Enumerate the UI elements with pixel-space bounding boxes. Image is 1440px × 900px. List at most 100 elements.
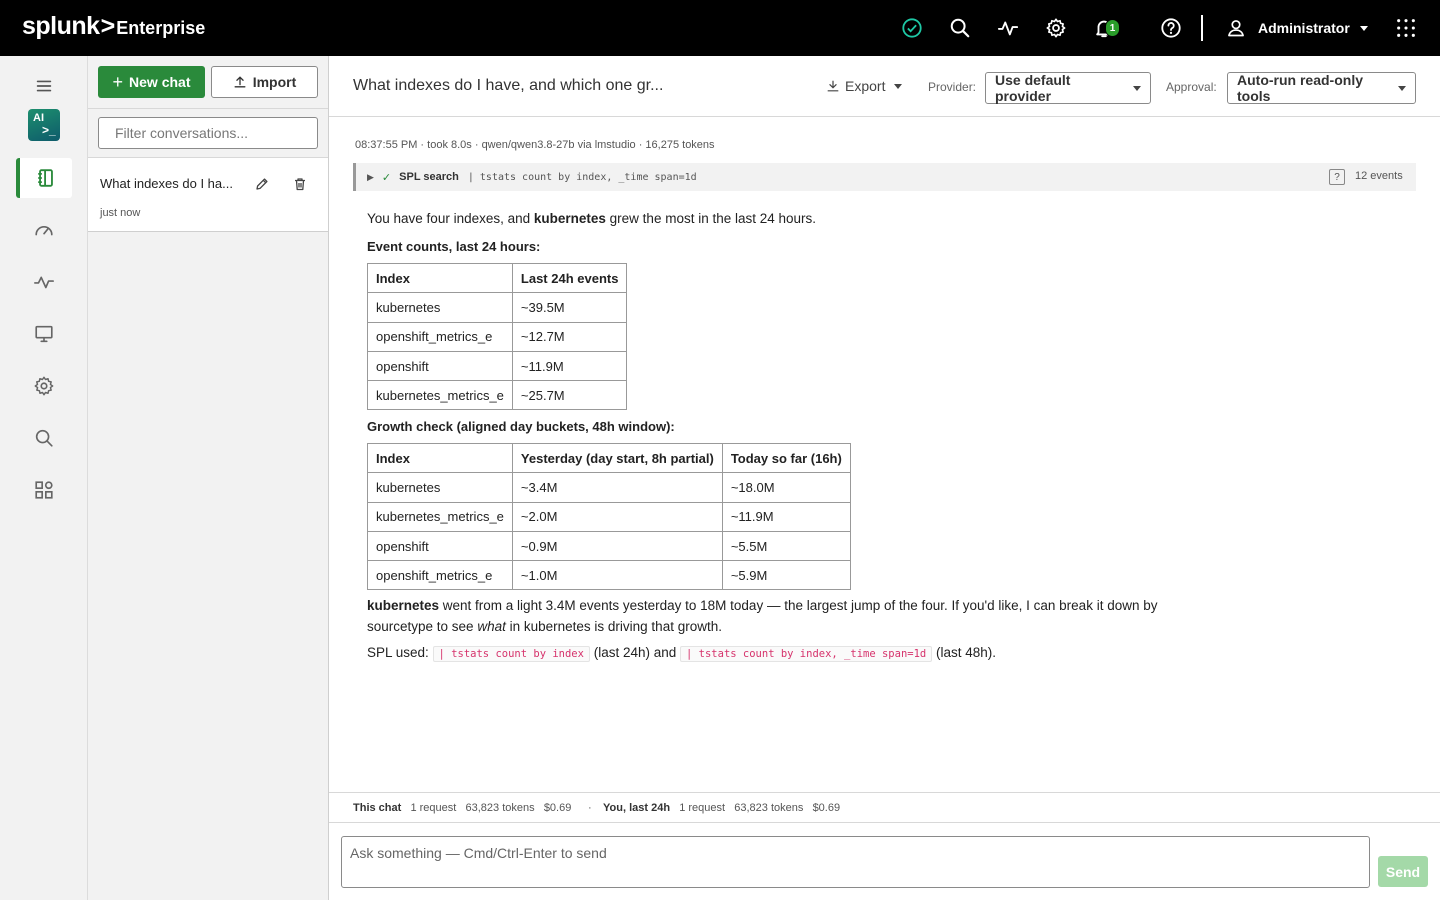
event-counts-table: Index Last 24h events kubernetes ~39.5M o… — [367, 262, 628, 411]
health-ok-icon[interactable] — [898, 14, 926, 42]
ai-app-logo[interactable]: AI >_ — [28, 109, 60, 141]
conversations-panel: + New chat Import What indexes do I ha..… — [88, 56, 329, 900]
table-cell: kubernetes — [367, 472, 513, 503]
table-cell: openshift_metrics_e — [367, 560, 513, 591]
import-label: Import — [252, 74, 297, 90]
user-icon — [1226, 18, 1246, 38]
usage-stats-bar: This chat 1 request 63,823 tokens $0.69 … — [329, 792, 1440, 823]
summary-text-end: in kubernetes is driving that growth. — [505, 619, 722, 634]
gear-icon[interactable] — [16, 366, 72, 406]
trash-icon[interactable] — [292, 176, 308, 192]
app-grid-icon[interactable] — [1392, 14, 1420, 42]
send-button[interactable]: Send — [1378, 856, 1428, 887]
summary-emphasis: what — [477, 619, 506, 634]
stats-separator: · — [588, 802, 592, 814]
notebook-icon[interactable] — [16, 158, 72, 198]
app-logo-prompt: >_ — [42, 123, 56, 137]
chat-title: What indexes do I have, and which one gr… — [353, 77, 664, 94]
activity-icon[interactable] — [994, 14, 1022, 42]
table-cell: ~1.0M — [511, 560, 723, 591]
you-tokens: 63,823 tokens — [734, 802, 804, 814]
gear-icon[interactable] — [1042, 14, 1070, 42]
table-row: kubernetes_metrics_e ~25.7M — [367, 380, 628, 411]
search-icon[interactable] — [16, 418, 72, 458]
provider-select[interactable]: Use default provider — [985, 72, 1151, 104]
approval-label: Approval: — [1166, 80, 1217, 94]
help-icon[interactable] — [1157, 14, 1185, 42]
pencil-icon[interactable] — [254, 176, 270, 192]
user-name: Administrator — [1258, 20, 1350, 36]
table-row: kubernetes ~3.4M ~18.0M — [367, 472, 851, 503]
divider — [88, 108, 328, 109]
spl-code-1: | tstats count by index — [432, 646, 590, 662]
chevron-down-icon — [894, 83, 903, 89]
summary-bold: kubernetes — [367, 598, 440, 613]
check-icon: ✓ — [381, 171, 392, 184]
table-cell: ~5.5M — [721, 530, 851, 562]
this-chat-cost: $0.69 — [543, 802, 572, 814]
table-cell: ~39.5M — [511, 292, 628, 323]
table2-heading: Growth check (aligned day buckets, 48h w… — [367, 419, 675, 434]
export-button[interactable]: Export — [826, 78, 903, 94]
table-cell: openshift — [367, 530, 513, 562]
menu-icon[interactable] — [16, 66, 72, 106]
approval-select[interactable]: Auto-run read-only tools — [1227, 72, 1416, 104]
apps-icon[interactable] — [16, 470, 72, 510]
chevron-down-icon — [1359, 25, 1368, 31]
this-chat-stats: This chat 1 request 63,823 tokens $0.69 — [353, 802, 571, 814]
gauge-icon[interactable] — [16, 210, 72, 250]
chat-header: What indexes do I have, and which one gr… — [329, 56, 1440, 117]
table-cell: ~0.9M — [511, 530, 723, 562]
splunk-logo[interactable]: splunk > Enterprise — [22, 12, 205, 41]
table-row: kubernetes_metrics_e ~2.0M ~11.9M — [367, 501, 851, 532]
chat-main: What indexes do I have, and which one gr… — [329, 56, 1440, 900]
conversation-item[interactable]: What indexes do I ha... just now — [88, 158, 328, 232]
filter-conversations-input[interactable] — [98, 117, 318, 149]
you-requests: 1 request — [679, 802, 726, 814]
spl-used-line: SPL used: | tstats count by index (last … — [367, 645, 997, 662]
intro-text: You have four indexes, and — [367, 211, 534, 226]
summary-text: went from a light 3.4M events yesterday … — [439, 598, 1158, 613]
brand-name: splunk — [22, 12, 100, 40]
table-cell: ~11.9M — [721, 501, 851, 532]
spl-used-mid: (last 24h) and — [589, 645, 681, 660]
message-meta: 08:37:55 PM · took 8.0s · qwen/qwen3.8-2… — [355, 139, 715, 151]
approval-value: Auto-run read-only tools — [1237, 72, 1363, 104]
table-row: openshift ~11.9M — [367, 350, 628, 382]
table-cell: ~12.7M — [511, 321, 628, 352]
spl-query: | tstats count by index, _time span=1d — [467, 171, 697, 183]
user-menu[interactable]: Administrator — [1226, 14, 1368, 42]
bell-icon[interactable]: 1 — [1090, 14, 1120, 42]
table-cell: ~3.4M — [511, 472, 723, 503]
spl-used-end: (last 48h). — [932, 645, 997, 660]
help-icon[interactable]: ? — [1329, 169, 1345, 185]
new-chat-button[interactable]: + New chat — [98, 66, 205, 98]
search-icon[interactable] — [946, 14, 974, 42]
you-cost: $0.69 — [812, 802, 841, 814]
message-input[interactable] — [341, 836, 1370, 888]
import-button[interactable]: Import — [211, 66, 318, 98]
monitor-icon[interactable] — [16, 314, 72, 354]
table-cell: openshift — [367, 350, 513, 382]
this-chat-requests: 1 request — [410, 802, 457, 814]
topbar-divider — [1201, 15, 1203, 41]
this-chat-label: This chat — [353, 802, 402, 814]
you-label: You, last 24h — [603, 802, 671, 814]
download-icon — [826, 79, 845, 93]
provider-label: Provider: — [928, 80, 977, 94]
notification-badge: 1 — [1105, 19, 1120, 37]
table-cell: openshift_metrics_e — [367, 321, 513, 352]
intro-text-end: grew the most in the last 24 hours. — [605, 211, 817, 226]
brand-product: Enterprise — [116, 18, 206, 38]
spl-search-toggle[interactable]: ▶ ✓ SPL search | tstats count by index, … — [353, 163, 1416, 191]
table-row: openshift_metrics_e ~12.7M — [367, 321, 628, 352]
answer-intro: You have four indexes, and kubernetes gr… — [367, 211, 816, 226]
table-cell: ~2.0M — [511, 501, 723, 532]
chevron-down-icon — [1133, 85, 1141, 91]
table-cell: ~5.9M — [721, 560, 851, 591]
table-header-row: Index Yesterday (day start, 8h partial) … — [367, 442, 851, 474]
summary-line-1: kubernetes went from a light 3.4M events… — [367, 598, 1157, 613]
intro-bold: kubernetes — [533, 211, 606, 226]
activity-icon[interactable] — [16, 262, 72, 302]
table-header-cell: Today so far (16h) — [721, 442, 851, 474]
